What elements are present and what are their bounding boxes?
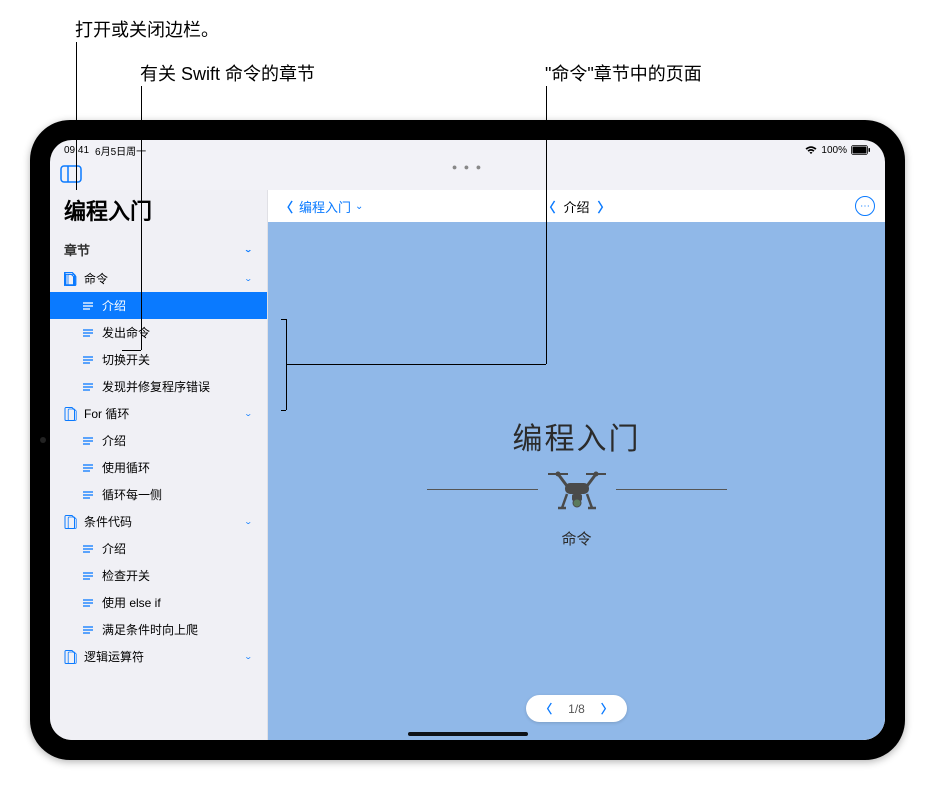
lines-icon <box>82 489 94 501</box>
page-row[interactable]: 循环每一侧 <box>50 481 267 508</box>
page-row[interactable]: 介绍 <box>50 427 267 454</box>
page-label: 满足条件时向上爬 <box>102 621 198 638</box>
page-row[interactable]: 切换开关 <box>50 346 267 373</box>
page-label: 发现并修复程序错误 <box>102 378 210 395</box>
lines-icon <box>82 354 94 366</box>
pager-prev-button[interactable]: 〈 <box>540 700 552 717</box>
chevron-down-icon[interactable]: ⌄ <box>355 201 363 212</box>
chevron-down-icon: ⌄ <box>244 274 253 283</box>
chevron-down-icon: ⌄ <box>244 409 253 418</box>
page-row[interactable]: 介绍 <box>50 535 267 562</box>
page-label: 发出命令 <box>102 324 150 341</box>
drone-icon <box>542 466 612 514</box>
chapter-row-conditional[interactable]: 条件代码 ⌄ <box>50 508 267 535</box>
page-label: 使用循环 <box>102 459 150 476</box>
lines-icon <box>82 327 94 339</box>
section-label: 章节 <box>64 240 90 259</box>
lines-icon <box>82 435 94 447</box>
page-row[interactable]: 使用 else if <box>50 589 267 616</box>
page-next-button[interactable]: 〉 <box>596 197 613 216</box>
lines-icon <box>82 381 94 393</box>
callout-sidebar-toggle: 打开或关闭边栏。 <box>75 16 219 42</box>
document-icon <box>64 272 78 286</box>
document-icon <box>64 650 78 664</box>
ipad-screen: 09:41 6月5日周一 100% ● ● ● 编程入 <box>50 140 885 740</box>
page-row[interactable]: 发出命令 <box>50 319 267 346</box>
pager: 〈 1/8 〉 <box>526 695 627 722</box>
page-nav-label: 介绍 <box>563 197 589 216</box>
lesson-subtitle: 命令 <box>561 528 591 549</box>
page-label: 检查开关 <box>102 567 150 584</box>
document-icon <box>64 407 78 421</box>
pager-count: 1/8 <box>568 702 585 716</box>
front-camera <box>40 437 46 443</box>
page-label: 切换开关 <box>102 351 150 368</box>
chapter-row-for-loop[interactable]: For 循环 ⌄ <box>50 400 267 427</box>
lines-icon <box>82 462 94 474</box>
chapter-label: For 循环 <box>84 405 129 422</box>
lines-icon <box>82 300 94 312</box>
page-row[interactable]: 满足条件时向上爬 <box>50 616 267 643</box>
content-area: 〈 编程入门 ⌄ 〈 介绍 〉 ⋯ 编程入门 <box>268 190 885 740</box>
lesson-title: 编程入门 <box>513 414 641 458</box>
chapter-label: 命令 <box>84 270 108 287</box>
page-row-intro[interactable]: 介绍 <box>50 292 267 319</box>
breadcrumb-label[interactable]: 编程入门 <box>299 197 351 216</box>
page-label: 使用 else if <box>102 594 161 611</box>
divider-illustration <box>427 466 727 514</box>
chapter-row-logic[interactable]: 逻辑运算符 ⌄ <box>50 643 267 670</box>
chevron-down-icon: ⌄ <box>244 517 253 526</box>
sidebar-title: 编程入门 <box>50 190 267 234</box>
document-icon <box>64 515 78 529</box>
chapter-label: 逻辑运算符 <box>84 648 144 665</box>
page-label: 介绍 <box>102 297 126 314</box>
lines-icon <box>82 543 94 555</box>
page-row[interactable]: 检查开关 <box>50 562 267 589</box>
page-row[interactable]: 使用循环 <box>50 454 267 481</box>
lines-icon <box>82 624 94 636</box>
home-indicator[interactable] <box>408 732 528 736</box>
section-header-chapters[interactable]: 章节 ⌄ <box>50 234 267 265</box>
chevron-down-icon: ⌄ <box>244 652 253 661</box>
pager-next-button[interactable]: 〉 <box>601 700 613 717</box>
page-prev-button[interactable]: 〈 <box>540 197 557 216</box>
page-row[interactable]: 发现并修复程序错误 <box>50 373 267 400</box>
back-button[interactable]: 〈 <box>278 197 295 216</box>
sidebar: 编程入门 章节 ⌄ 命令 ⌄ <box>50 190 268 740</box>
more-button[interactable]: ⋯ <box>855 196 875 216</box>
sidebar-toggle-button[interactable] <box>60 165 84 185</box>
content-toolbar: 〈 编程入门 ⌄ 〈 介绍 〉 ⋯ <box>268 190 885 222</box>
multitask-icon[interactable]: ● ● ● <box>452 162 483 172</box>
page-label: 介绍 <box>102 540 126 557</box>
lines-icon <box>82 597 94 609</box>
ipad-frame: 09:41 6月5日周一 100% ● ● ● 编程入 <box>30 120 905 760</box>
chapter-label: 条件代码 <box>84 513 132 530</box>
callout-swift-chapter: 有关 Swift 命令的章节 <box>140 60 315 86</box>
page-label: 介绍 <box>102 432 126 449</box>
chevron-down-icon: ⌄ <box>244 245 253 254</box>
chapter-row-commands[interactable]: 命令 ⌄ <box>50 265 267 292</box>
callout-chapter-pages: "命令"章节中的页面 <box>545 60 702 86</box>
top-toolbar: ● ● ● <box>50 160 885 190</box>
page-label: 循环每一侧 <box>102 486 162 503</box>
content-main: 编程入门 <box>268 222 885 740</box>
lines-icon <box>82 570 94 582</box>
